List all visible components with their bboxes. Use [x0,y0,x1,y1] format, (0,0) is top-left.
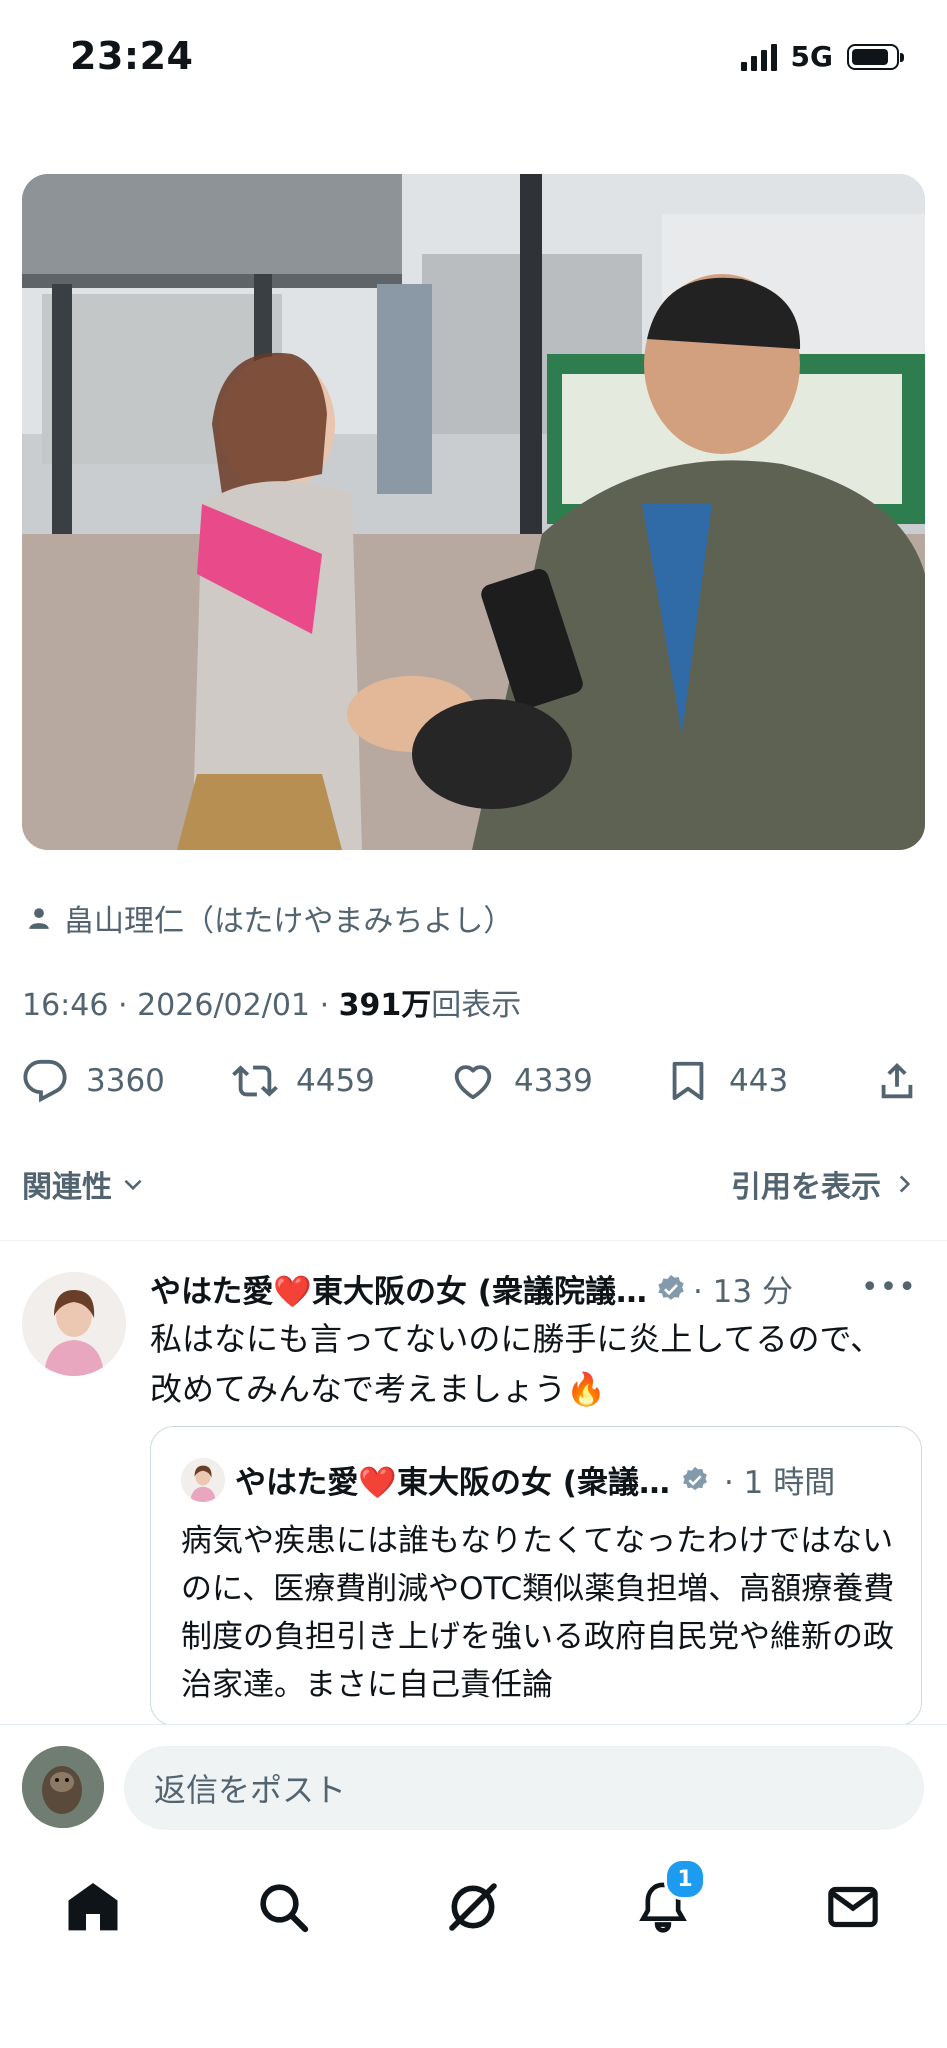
search-icon [260,1884,309,1933]
reply-count: 3360 [86,1063,165,1099]
bookmark-icon [672,1061,704,1101]
repost-icon [232,1065,278,1097]
tab-grok[interactable] [438,1872,508,1942]
home-icon [68,1882,118,1931]
verified-badge-icon [683,1466,707,1490]
reply-button[interactable]: 3360 [22,1058,165,1104]
sort-label: 関連性 [22,1170,112,1205]
reply-text: 私はなにも言ってないのに勝手に炎上してるので、改めてみんなで考えましょう🔥 [150,1320,883,1408]
repost-button[interactable]: 4459 [232,1058,375,1104]
more-options-icon[interactable]: ••• [861,1270,917,1305]
verified-badge-icon [658,1274,684,1300]
post-date: 2026/02/01 [137,988,311,1023]
user-avatar[interactable] [22,1746,104,1828]
reply-time: · 13 分 [692,1274,793,1310]
view-suffix: 回表示 [431,988,522,1023]
like-count: 4339 [514,1063,593,1099]
reply-placeholder: 返信をポスト [154,1771,347,1809]
view-quotes-link[interactable]: 引用を表示 [731,1162,917,1206]
quoted-post[interactable]: やはた愛❤️東大阪の女 (衆議… · 1 時間 病気や疾患には誰もなりたくてなっ… [150,1426,922,1726]
reply-header[interactable]: やはた愛❤️東大阪の女 (衆議院議… · 13 分 [150,1266,793,1311]
battery-icon [847,43,904,70]
reply-icon [23,1059,67,1103]
tab-messages[interactable] [818,1872,888,1942]
quote-time: · 1 時間 [723,1465,836,1501]
tab-home[interactable] [58,1872,128,1942]
heart-icon [454,1065,492,1100]
mail-icon [828,1886,878,1928]
sort-dropdown[interactable]: 関連性 [22,1162,146,1206]
chevron-down-icon [124,1179,142,1191]
chevron-right-icon [899,1175,911,1193]
repost-count: 4459 [296,1063,375,1099]
like-button[interactable]: 4339 [450,1058,593,1104]
network-label: 5G [790,40,833,73]
share-icon [881,1062,913,1099]
reply-author-name[interactable]: やはた愛❤️東大阪の女 (衆議院議… [150,1266,647,1311]
divider [0,1240,947,1241]
status-time: 23:24 [70,34,194,78]
post-meta: 16:46 · 2026/02/01 · 391万回表示 [22,988,522,1023]
reply-input[interactable]: 返信をポスト [124,1746,924,1830]
bookmark-count: 443 [729,1063,789,1099]
person-icon [29,908,49,929]
grok-icon [449,1883,497,1931]
quote-header: やはた愛❤️東大阪の女 (衆議… · 1 時間 [181,1457,835,1502]
quote-author-name: やはた愛❤️東大阪の女 (衆議… [235,1465,670,1501]
attribution-name: 畠山理仁（はたけやまみちよし） [64,904,514,939]
photo-attribution[interactable]: 畠山理仁（はたけやまみちよし） [26,896,513,940]
view-quotes-label: 引用を表示 [731,1170,881,1205]
share-button[interactable] [874,1058,920,1104]
quote-text: 病気や疾患には誰もなりたくてなったわけではないのに、医療費削減やOTC類似薬負担… [181,1523,895,1703]
signal-icon [740,43,777,71]
bookmark-button[interactable]: 443 [665,1058,788,1104]
notification-badge: 1 [664,1858,706,1900]
reply-avatar[interactable] [22,1272,126,1376]
tab-notifications[interactable]: 1 [628,1858,706,1942]
quote-avatar [181,1457,225,1502]
status-indicators: 5G [740,40,904,73]
view-count: 391万 [338,988,432,1023]
post-photo[interactable] [22,174,925,850]
post-time: 16:46 [22,988,109,1023]
tab-search[interactable] [248,1872,318,1942]
